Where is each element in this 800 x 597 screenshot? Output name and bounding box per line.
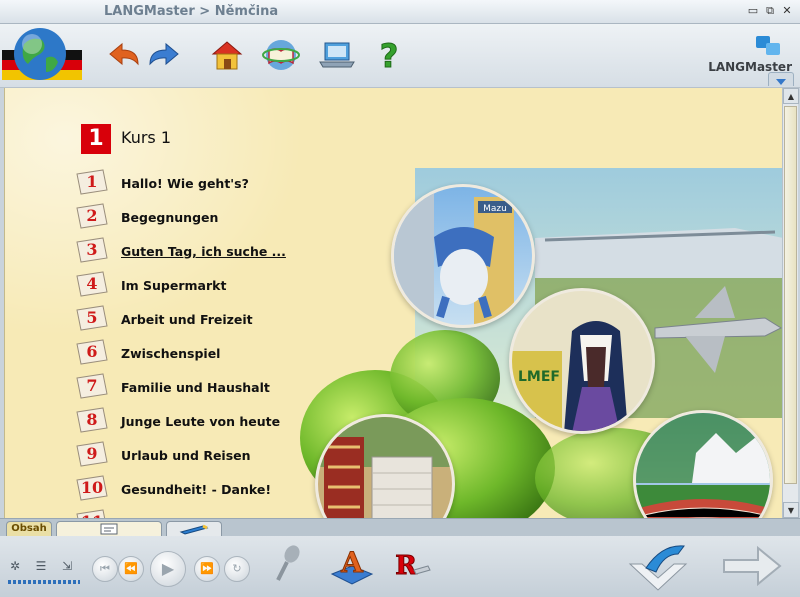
course-map-button[interactable]	[260, 34, 302, 76]
menu-dropdown-button[interactable]	[768, 72, 794, 86]
lesson-number-card: 10	[75, 474, 109, 502]
tab-obsah[interactable]: Obsah	[6, 521, 52, 537]
play-button[interactable]: ▶	[150, 551, 186, 587]
lesson-item[interactable]: 9 Urlaub und Reisen	[75, 440, 315, 472]
lesson-item[interactable]: 2 Begegnungen	[75, 202, 315, 234]
forward-arrow-icon	[149, 42, 179, 66]
chevron-down-icon	[776, 79, 786, 85]
lesson-title: Begegnungen	[121, 210, 219, 225]
lesson-number-card: 3	[75, 236, 109, 264]
lesson-title: Zwischenspiel	[121, 346, 221, 361]
lesson-title: Im Supermarkt	[121, 278, 227, 293]
lesson-number-card: 1	[75, 168, 109, 196]
window-title: LANGMaster > Němčina	[104, 4, 279, 19]
settings-icon[interactable]: ✲	[6, 558, 24, 574]
photo-circle-dirndl: LMEF	[509, 288, 655, 434]
course-illustration: Mazu LMEF	[295, 168, 782, 518]
help-button[interactable]: ?	[368, 34, 410, 76]
book-globe-icon	[262, 40, 300, 70]
panel-tabs: Obsah	[0, 518, 800, 537]
lesson-title: Arbeit und Freizeit	[121, 312, 253, 327]
lesson-number-card: 5	[75, 304, 109, 332]
laptop-icon	[319, 42, 355, 68]
text-icon[interactable]: ☰	[32, 558, 50, 574]
translate-icon[interactable]: ⇲	[58, 558, 76, 574]
lesson-item[interactable]: 7 Familie und Haushalt	[75, 372, 315, 404]
volume-meter	[8, 580, 80, 584]
lesson-title: Hallo! Wie geht's?	[121, 176, 249, 191]
microphone-icon	[276, 545, 300, 581]
download-button[interactable]	[626, 540, 690, 597]
microphone-button[interactable]	[272, 544, 306, 590]
svg-text:Mazu: Mazu	[483, 204, 507, 214]
lesson-number-card: 7	[75, 372, 109, 400]
title-bar: LANGMaster > Němčina ▭ ⧉ ✕	[0, 0, 800, 24]
lesson-title: Gesundheit! - Danke!	[121, 482, 272, 497]
help-icon: ?	[379, 37, 399, 73]
lesson-item[interactable]: 1 Hallo! Wie geht's?	[75, 168, 315, 200]
rewind-button[interactable]: ⏪	[118, 556, 144, 582]
svg-text:?: ?	[380, 37, 399, 73]
lesson-number-card: 8	[75, 406, 109, 434]
lesson-item[interactable]: 11	[75, 508, 315, 518]
course-number-badge: 1	[81, 124, 111, 154]
forward-button[interactable]	[142, 34, 184, 76]
lesson-item[interactable]: 6 Zwischenspiel	[75, 338, 315, 370]
vocabulary-button[interactable]: A	[328, 540, 374, 592]
lesson-title: Familie und Haushalt	[121, 380, 270, 395]
back-button[interactable]	[104, 34, 146, 76]
lesson-title: Urlaub und Reisen	[121, 448, 251, 463]
home-icon	[211, 41, 243, 70]
svg-text:LMEF: LMEF	[518, 369, 560, 385]
lesson-title: Guten Tag, ich suche ...	[121, 244, 286, 259]
scroll-thumb[interactable]	[784, 106, 797, 484]
lesson-item[interactable]: 4 Im Supermarkt	[75, 270, 315, 302]
lesson-number-card: 11	[75, 508, 109, 518]
lesson-title: Junge Leute von heute	[121, 414, 281, 429]
record-button[interactable]: R	[390, 544, 432, 592]
course-title: Kurs 1	[121, 128, 172, 147]
alphabet-book-icon: A	[330, 546, 374, 585]
scroll-down-button[interactable]: ▼	[783, 502, 799, 518]
lesson-number-card: 6	[75, 338, 109, 366]
lesson-number-card: 9	[75, 440, 109, 468]
svg-text:A: A	[340, 546, 364, 579]
laptop-button[interactable]	[316, 34, 358, 76]
lesson-item[interactable]: 8 Junge Leute von heute	[75, 406, 315, 438]
lesson-item-current[interactable]: 3 Guten Tag, ich suche ...	[75, 236, 315, 268]
bottom-toolbar: ✲ ☰ ⇲ ⏮ ⏪ ▶ ⏩ ↻ A R	[0, 536, 800, 597]
scroll-up-button[interactable]: ▲	[783, 88, 799, 104]
course-content: 1 Kurs 1 1 Hallo! Wie geht's? 2 Begegnun…	[4, 88, 782, 518]
next-arrow-icon	[723, 545, 782, 587]
close-button[interactable]: ✕	[780, 4, 794, 18]
repeat-button[interactable]: ↻	[224, 556, 250, 582]
photo-circle-statue: Mazu	[391, 184, 535, 328]
notepad-icon	[100, 523, 118, 535]
download-icon	[628, 545, 688, 591]
next-button[interactable]	[720, 542, 784, 594]
back-arrow-icon	[109, 42, 139, 66]
lesson-item[interactable]: 5 Arbeit und Freizeit	[75, 304, 315, 336]
window-controls: ▭ ⧉ ✕	[746, 4, 794, 18]
home-button[interactable]	[206, 34, 248, 76]
toolbar: ? LANGMaster	[0, 24, 800, 88]
vertical-scrollbar[interactable]: ▲ ▼	[782, 88, 799, 518]
minimize-button[interactable]: ▭	[746, 4, 760, 18]
lesson-number-card: 2	[75, 202, 109, 230]
tab-notes[interactable]	[56, 521, 162, 537]
svg-text:R: R	[395, 551, 417, 581]
skip-back-button[interactable]: ⏮	[92, 556, 118, 582]
record-icon: R	[395, 551, 431, 582]
restore-button[interactable]: ⧉	[763, 4, 777, 18]
tab-pen[interactable]	[166, 521, 222, 537]
langmaster-logo-icon	[756, 36, 780, 55]
lesson-item[interactable]: 10 Gesundheit! - Danke!	[75, 474, 315, 506]
pencil-icon	[179, 524, 209, 535]
fast-forward-button[interactable]: ⏩	[194, 556, 220, 582]
lesson-number-card: 4	[75, 270, 109, 298]
